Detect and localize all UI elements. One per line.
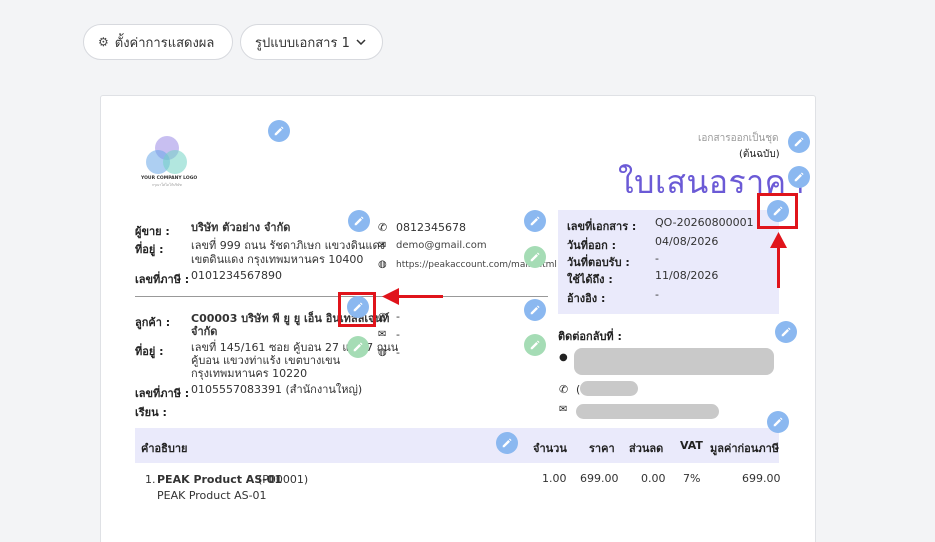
seller-address-line2: เขตดินแดง กรุงเทพมหานคร 10400: [191, 253, 364, 266]
edit-contact-pencil-icon[interactable]: [775, 321, 797, 343]
customer-tax: 0105557083391 (สำนักงานใหญ่): [191, 383, 363, 396]
issue-date-label: วันที่ออก :: [567, 239, 617, 252]
seller-tax: 0101234567890: [191, 269, 282, 282]
doc-number-label: เลขที่เอกสาร :: [567, 220, 637, 233]
edit-customer-contact-pencil-icon[interactable]: [524, 299, 546, 321]
reference-label: อ้างอิง :: [567, 292, 606, 305]
contact-email-redacted: [576, 404, 719, 419]
col-vat: VAT: [680, 439, 703, 452]
col-amount: มูลค่าก่อนภาษี: [710, 442, 779, 455]
customer-address-line2: คู้บอน แขวงท่าแร้ง เขตบางเขน: [191, 354, 341, 367]
customer-email: -: [396, 328, 400, 341]
seller-phone: 0812345678: [396, 221, 466, 234]
contact-label: ติดต่อกลับที่ :: [558, 330, 622, 343]
col-discount: ส่วนลด: [629, 442, 664, 455]
arrow-left-head: [382, 288, 399, 305]
edit-seller-extra-pencil-icon[interactable]: [524, 246, 546, 268]
seller-tax-label: เลขที่ภาษี :: [135, 273, 190, 286]
user-icon: ●: [559, 352, 568, 363]
col-qty: จำนวน: [533, 442, 567, 455]
email-icon: ✉: [559, 404, 568, 415]
edit-seller-contact-pencil-icon[interactable]: [524, 210, 546, 232]
display-settings-button[interactable]: ⚙ ตั้งค่าการแสดงผล: [83, 24, 233, 60]
edit-title-pencil-icon[interactable]: [788, 166, 810, 188]
seller-name: บริษัท ตัวอย่าง จำกัด: [191, 221, 291, 234]
globe-icon: ◍: [378, 259, 387, 270]
issue-date: 04/08/2026: [655, 235, 719, 248]
customer-website: -: [396, 346, 400, 359]
contact-phone-redacted: [580, 381, 638, 396]
col-price: ราคา: [589, 442, 615, 455]
col-desc: คำอธิบาย: [141, 442, 188, 455]
valid-until: 11/08/2026: [655, 269, 719, 282]
edit-table-pencil-icon[interactable]: [496, 432, 518, 454]
globe-icon: ◍: [378, 347, 387, 358]
reply-date-label: วันที่ตอบรับ :: [567, 256, 630, 269]
edit-contact-detail-pencil-icon[interactable]: [767, 411, 789, 433]
edit-docset-pencil-icon[interactable]: [788, 131, 810, 153]
arrow-up-shaft: [777, 246, 780, 288]
customer-name-label: ลูกค้า :: [135, 316, 171, 329]
edit-logo-pencil-icon[interactable]: [268, 120, 290, 142]
email-icon: ✉: [378, 240, 387, 251]
contact-name-redacted: [574, 348, 774, 375]
customer-attn-label: เรียน :: [135, 406, 167, 419]
customer-name-line2: จำกัด: [191, 325, 218, 338]
phone-icon: ✆: [378, 221, 388, 234]
customer-tax-label: เลขที่ภาษี :: [135, 387, 190, 400]
customer-address-label: ที่อยู่ :: [135, 345, 164, 358]
reference: -: [655, 288, 659, 301]
reply-date: -: [655, 252, 659, 265]
chevron-down-icon: [356, 39, 366, 45]
customer-address-line3: กรุงเทพมหานคร 10220: [191, 367, 308, 380]
edit-customer-extra-pencil-icon[interactable]: [347, 336, 369, 358]
edit-customer-contact-extra-pencil-icon[interactable]: [524, 334, 546, 356]
arrow-left-shaft: [398, 295, 443, 298]
valid-until-label: ใช้ได้ถึง :: [567, 273, 613, 286]
doc-number: QO-20260800001: [655, 216, 754, 229]
email-icon: ✉: [378, 329, 387, 340]
display-settings-label: ตั้งค่าการแสดงผล: [114, 35, 215, 51]
arrow-up-head: [770, 232, 787, 248]
seller-address-line1: เลขที่ 999 ถนน รัชดาภิเษก แขวงดินแดง: [191, 239, 385, 252]
customer-phone: -: [396, 310, 400, 323]
gear-icon: ⚙: [98, 35, 109, 49]
phone-icon: ✆: [559, 383, 569, 396]
highlight-box-docinfo: [757, 193, 798, 229]
doc-format-dropdown[interactable]: รูปแบบเอกสาร 1: [240, 24, 383, 60]
seller-address-label: ที่อยู่ :: [135, 243, 164, 256]
doc-set-label: เอกสารออกเป็นชุด: [698, 133, 779, 144]
edit-seller-pencil-icon[interactable]: [348, 210, 370, 232]
doc-format-label: รูปแบบเอกสาร 1: [255, 35, 350, 51]
seller-name-label: ผู้ขาย :: [135, 225, 170, 238]
seller-email: demo@gmail.com: [396, 240, 487, 251]
phone-icon: ✆: [378, 311, 388, 324]
highlight-box-customer: [338, 292, 376, 327]
